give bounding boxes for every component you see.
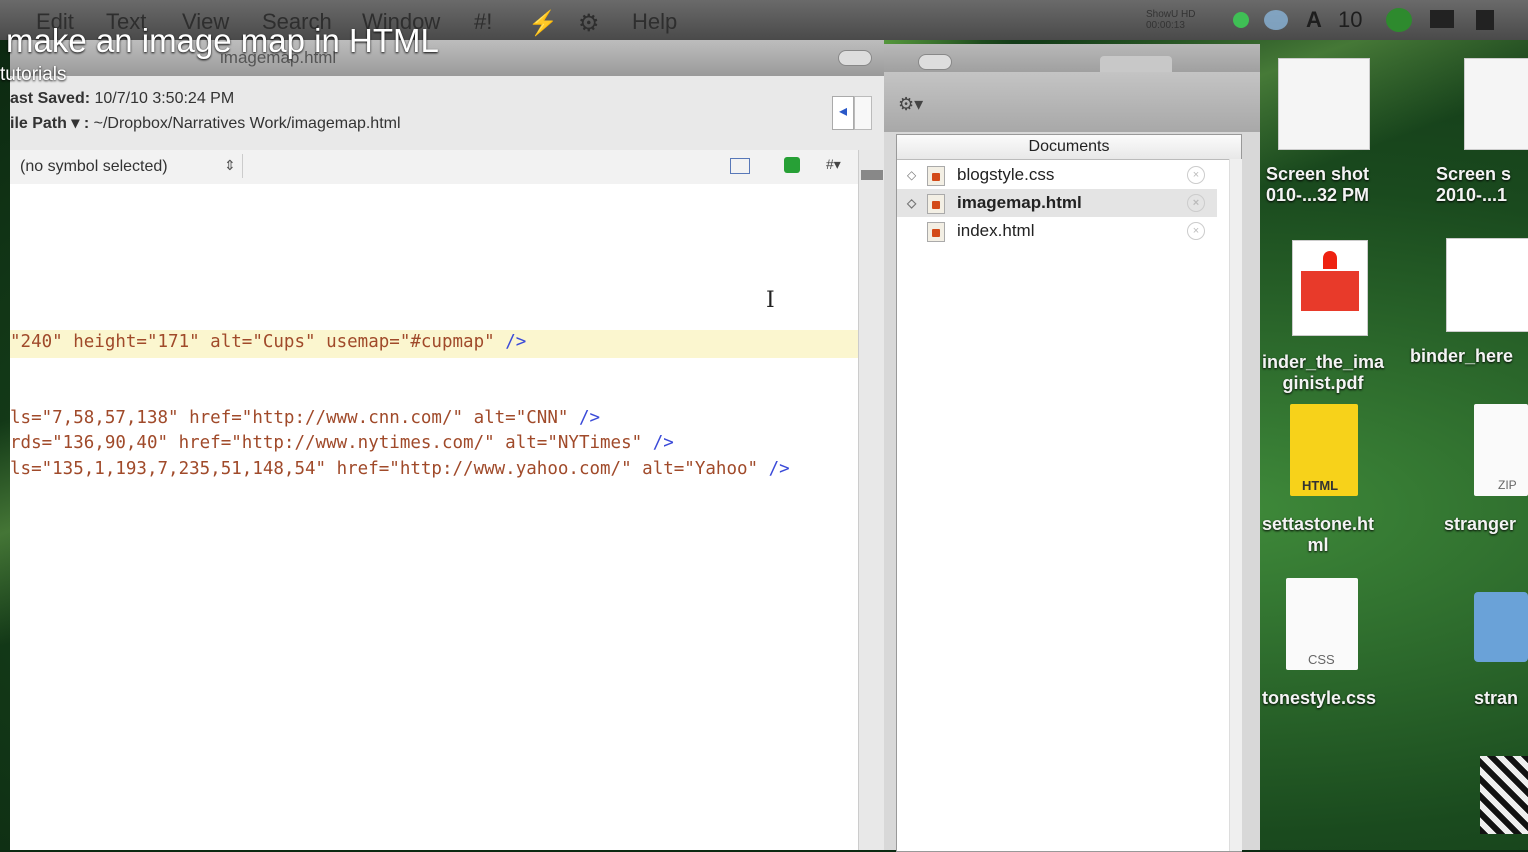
split-view-button[interactable] — [854, 96, 872, 130]
html-file-icon — [927, 194, 945, 214]
desktop-icon-label[interactable]: stranger — [1444, 514, 1516, 535]
document-name: imagemap.html — [957, 193, 1082, 212]
script-icon[interactable] — [1476, 10, 1494, 30]
close-document-icon[interactable]: × — [1187, 166, 1205, 184]
status-dot-icon[interactable] — [1233, 12, 1249, 28]
code-editor[interactable] — [10, 184, 858, 850]
close-document-icon[interactable]: × — [1187, 222, 1205, 240]
recorder-label: ShowU HD — [1146, 9, 1196, 20]
desktop-icon-label[interactable]: tonestyle.css — [1262, 688, 1376, 709]
document-item[interactable]: ◇ imagemap.html × — [897, 189, 1217, 217]
code-line[interactable]: ls="135,1,193,7,235,51,148,54" href="htt… — [10, 459, 790, 479]
screenshot-thumbnail[interactable] — [1464, 58, 1528, 150]
text-cursor-icon: I — [766, 288, 775, 313]
documents-header: Documents — [897, 135, 1241, 160]
recorder-status[interactable]: ShowU HD 00:00:13 — [1146, 9, 1195, 31]
folder-icon[interactable] — [1474, 592, 1528, 662]
chat-icon[interactable] — [1430, 10, 1454, 28]
screenshot-thumbnail[interactable] — [1278, 58, 1370, 150]
select-arrows-icon[interactable]: ⇕ — [224, 157, 236, 174]
pdf-image-icon — [1301, 271, 1359, 311]
code-line[interactable]: ls="7,58,57,138" href="http://www.cnn.co… — [10, 408, 600, 428]
font-count: 10 — [1338, 7, 1363, 32]
comic-thumbnail[interactable] — [1446, 238, 1528, 332]
bookmark-icon[interactable] — [730, 158, 750, 174]
pattern-file-icon[interactable] — [1480, 756, 1528, 834]
recorder-time: 00:00:13 — [1146, 20, 1185, 31]
nav-divider — [242, 154, 243, 178]
desktop-icon-label[interactable]: inder_the_ima ginist.pdf — [1262, 352, 1384, 394]
editor-scrollbar[interactable] — [858, 150, 885, 850]
drawer-gear-icon[interactable]: ⚙▾ — [898, 94, 934, 118]
drawer-titlebar — [884, 44, 1260, 74]
overlay-title: make an image map in HTML — [6, 22, 439, 59]
file-path-label: ile Path ▾ : — [10, 115, 90, 132]
overlay-subtitle: tutorials — [0, 64, 67, 85]
zip-file-icon[interactable]: ZIP — [1474, 404, 1528, 496]
pdf-thumbnail[interactable] — [1292, 240, 1368, 336]
font-icon[interactable]: A — [1306, 7, 1322, 33]
document-dot-icon: ◇ — [907, 168, 917, 182]
documents-list: Documents ◇ blogstyle.css × ◇ imagemap.h… — [896, 134, 1242, 852]
document-name: index.html — [957, 221, 1035, 240]
drawer-toolbar: ⚙▾ — [884, 72, 1260, 132]
documents-drawer: ⚙▾ Documents ◇ blogstyle.css × ◇ imagema… — [884, 72, 1260, 852]
document-dot-icon: ◇ — [907, 196, 917, 210]
html-file-icon[interactable]: HTML — [1290, 404, 1358, 496]
sync-icon[interactable] — [1386, 8, 1412, 32]
document-name: blogstyle.css — [957, 165, 1055, 184]
navigation-bar: (no symbol selected) ⇕ #▾ — [10, 150, 870, 185]
documents-scrollbar[interactable] — [1229, 159, 1242, 851]
file-path[interactable]: ile Path ▾ : ~/Dropbox/Narratives Work/i… — [10, 113, 401, 133]
desktop-icon-label[interactable]: Screen s 2010-...1 — [1436, 164, 1511, 206]
back-arrow-icon[interactable]: ◂ — [832, 96, 854, 130]
code-line[interactable]: "240" height="171" alt="Cups" usemap="#c… — [10, 332, 526, 352]
desktop-icon-label[interactable]: stran — [1474, 688, 1518, 709]
code-line[interactable]: rds="136,90,40" href="http://www.nytimes… — [10, 433, 674, 453]
css-file-icon — [927, 166, 945, 186]
html-file-icon — [927, 222, 945, 242]
editor-window: imagemap.html ast Saved: 10/7/10 3:50:24… — [10, 40, 885, 850]
drawer-tab-button[interactable] — [918, 54, 952, 70]
scroll-thumb[interactable] — [861, 170, 883, 180]
desktop-icon-label[interactable]: settastone.ht ml — [1262, 514, 1374, 556]
bluetooth-icon[interactable] — [1264, 10, 1288, 30]
status-icon[interactable] — [784, 157, 800, 173]
hash-menu-icon[interactable]: #▾ — [826, 156, 841, 173]
video-overlay: make an image map in HTML tutorials — [0, 14, 900, 94]
pdf-image-icon — [1323, 251, 1337, 269]
document-item[interactable]: index.html × — [897, 217, 1217, 245]
file-path-value: ~/Dropbox/Narratives Work/imagemap.html — [93, 115, 401, 132]
close-document-icon[interactable]: × — [1187, 194, 1205, 212]
desktop-icon-label[interactable]: binder_here — [1410, 346, 1513, 367]
symbol-select[interactable]: (no symbol selected) — [20, 158, 168, 176]
document-item[interactable]: ◇ blogstyle.css × — [897, 161, 1217, 189]
css-file-icon[interactable]: CSS — [1286, 578, 1358, 670]
desktop-icon-label[interactable]: Screen shot 010-...32 PM — [1266, 164, 1369, 206]
